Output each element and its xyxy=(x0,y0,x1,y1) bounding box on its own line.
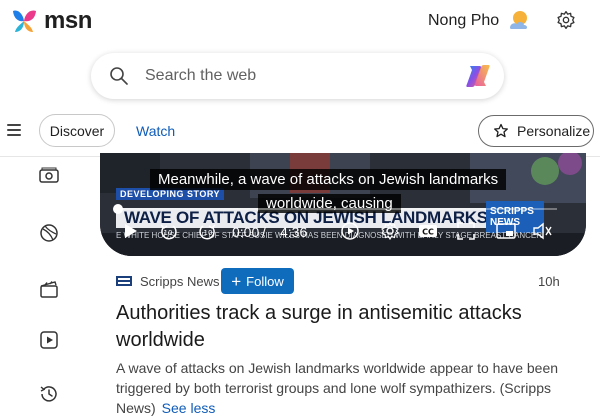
copilot-icon[interactable] xyxy=(464,62,492,90)
article-summary: A wave of attacks on Jewish landmarks wo… xyxy=(116,358,586,416)
search-input[interactable] xyxy=(145,65,445,87)
volume-icon[interactable] xyxy=(532,221,552,241)
article-title[interactable]: Authorities track a surge in antisemitic… xyxy=(116,300,586,354)
svg-text:10: 10 xyxy=(164,229,173,237)
follow-label: Follow xyxy=(246,273,284,289)
search-icon xyxy=(110,67,128,85)
current-time: 0:00 xyxy=(232,224,260,240)
progress-knob[interactable] xyxy=(113,204,123,214)
tab-discover-label: Discover xyxy=(49,122,105,139)
sports-icon[interactable] xyxy=(38,222,60,244)
fullscreen-icon[interactable] xyxy=(456,221,476,241)
tab-discover[interactable]: Discover xyxy=(39,114,115,147)
money-icon[interactable] xyxy=(38,165,60,187)
see-less-link[interactable]: See less xyxy=(162,400,216,416)
forward-10-icon[interactable]: 10 xyxy=(198,221,218,241)
published-time: 10h xyxy=(538,274,560,289)
caption-line-2: worldwide, causing xyxy=(258,194,401,213)
svg-text:CC: CC xyxy=(422,228,434,237)
search-box[interactable] xyxy=(91,53,504,99)
personalize-label: Personalize xyxy=(517,123,591,139)
plus-icon: + xyxy=(231,271,242,291)
user-name[interactable]: Nong Pho xyxy=(428,12,499,30)
video-player[interactable]: DEVELOPING STORY WAVE OF ATTACKS ON JEWI… xyxy=(100,153,586,256)
closed-captions-icon[interactable]: CC xyxy=(418,221,438,241)
msn-butterfly-icon xyxy=(13,10,36,32)
personalize-star-icon xyxy=(494,123,508,138)
history-icon[interactable] xyxy=(38,383,60,405)
tab-watch-label: Watch xyxy=(136,123,176,139)
movies-icon[interactable] xyxy=(38,278,60,300)
msn-logo[interactable]: msn xyxy=(10,7,92,35)
svg-text:10: 10 xyxy=(204,229,213,237)
time-separator: / xyxy=(262,224,266,240)
follow-button[interactable]: + Follow xyxy=(221,268,294,294)
settings-gear-icon[interactable] xyxy=(556,10,576,30)
personalize-button[interactable]: Personalize xyxy=(478,115,594,147)
video-icon[interactable] xyxy=(38,329,60,351)
settings-icon[interactable] xyxy=(380,221,400,241)
scripps-news-logo-icon xyxy=(116,276,132,286)
weather-icon[interactable] xyxy=(506,8,532,32)
duration: 4:36 xyxy=(280,224,308,240)
progress-bar[interactable] xyxy=(117,208,557,210)
msn-page: msn Nong Pho Search the web Discover Wat… xyxy=(0,0,600,416)
brand-name: msn xyxy=(44,7,92,34)
play-circle-icon[interactable] xyxy=(340,221,360,241)
caption-line-1: Meanwhile, a wave of attacks on Jewish l… xyxy=(150,169,507,190)
top-bar: msn Nong Pho xyxy=(0,0,600,48)
rewind-10-icon[interactable]: 10 xyxy=(158,221,178,241)
source-name[interactable]: Scripps News xyxy=(140,274,219,289)
menu-hamburger-icon[interactable] xyxy=(7,124,21,136)
video-controls: 10 10 0:00 / 4:36 CC xyxy=(100,221,586,245)
tab-watch[interactable]: Watch xyxy=(136,123,175,139)
play-icon[interactable] xyxy=(120,221,140,241)
picture-in-picture-icon[interactable] xyxy=(496,221,516,241)
